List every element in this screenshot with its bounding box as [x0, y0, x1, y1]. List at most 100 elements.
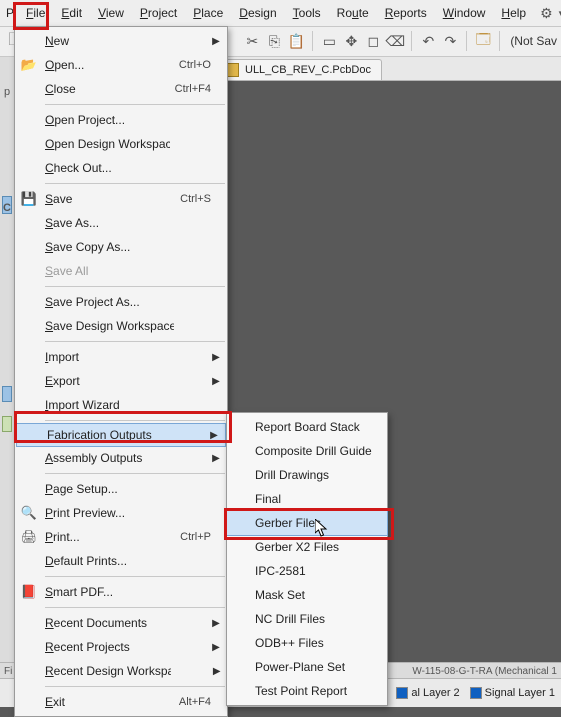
toolbar-move-icon[interactable]: ✥ [341, 31, 361, 51]
submenu-item[interactable]: NC Drill Files [227, 607, 387, 631]
layer-swatch-2[interactable]: al Layer 2 [396, 687, 459, 699]
file-menu-item[interactable]: 📕Smart PDF... [15, 580, 227, 604]
left-strip-handle[interactable] [2, 386, 12, 402]
file-menu: New▶📂Open...Ctrl+OCloseCtrl+F4 Open Proje… [14, 26, 228, 717]
blank-icon [17, 237, 41, 257]
menu-item-label: Save Project As... [41, 295, 163, 309]
menu-separator [45, 286, 225, 287]
submenu-arrow-icon: ▶ [211, 36, 221, 47]
blank-icon [17, 213, 41, 233]
blank-icon [17, 661, 41, 681]
blank-icon [19, 425, 43, 445]
menu-view[interactable]: View [90, 2, 132, 24]
toolbar-cut-icon[interactable]: ✂ [242, 31, 262, 51]
menu-item-label: Fabrication Outputs [43, 428, 161, 442]
menu-item-label: Save Design Workspace As... [41, 319, 174, 333]
file-menu-item[interactable]: Recent Projects ▶ [15, 635, 227, 659]
file-menu-item[interactable]: Fabrication Outputs▶ [16, 423, 226, 447]
submenu-item[interactable]: Test Point Report [227, 679, 387, 703]
menu-item-label: Check Out... [41, 161, 163, 175]
file-menu-item[interactable]: Default Prints... [15, 549, 227, 573]
file-menu-item[interactable]: 📂Open...Ctrl+O [15, 53, 227, 77]
toolbar-paste-icon[interactable]: 📋 [286, 31, 306, 51]
file-menu-item[interactable]: Save As... [15, 211, 227, 235]
file-menu-item[interactable]: Assembly Outputs▶ [15, 446, 227, 470]
file-menu-item[interactable]: Import▶ [15, 345, 227, 369]
menu-window[interactable]: Window [435, 2, 494, 24]
file-menu-item[interactable]: 💾SaveCtrl+S [15, 187, 227, 211]
toolbar-clear-icon[interactable]: ⌫ [385, 31, 405, 51]
menu-help[interactable]: Help [493, 2, 534, 24]
toolbar-board-icon[interactable]: 🗔 [473, 31, 493, 51]
menu-design[interactable]: Design [231, 2, 284, 24]
submenu-item[interactable]: Gerber Files [227, 511, 387, 535]
menu-edit[interactable]: Edit [53, 2, 90, 24]
menu-shortcut: Alt+F4 [163, 696, 211, 708]
blank-icon [17, 395, 41, 415]
toolbar-undo-icon[interactable]: ↶ [418, 31, 438, 51]
submenu-item[interactable]: Report Board Stack [227, 415, 387, 439]
submenu-item[interactable]: Composite Drill Guide [227, 439, 387, 463]
left-strip-handle[interactable] [2, 416, 12, 432]
menu-file[interactable]: File [18, 2, 53, 24]
file-menu-item[interactable]: 🔍Print Preview... [15, 501, 227, 525]
submenu-arrow-icon: ▶ [212, 666, 221, 677]
file-menu-item[interactable]: Open Project... [15, 108, 227, 132]
file-menu-item[interactable]: Save Project As... [15, 290, 227, 314]
save-icon: 💾 [17, 189, 41, 209]
menu-item-label: Save All [41, 264, 163, 278]
file-menu-item[interactable]: Recent Design Workspaces▶ [15, 659, 227, 683]
menu-separator [45, 607, 225, 608]
file-menu-item[interactable]: New▶ [15, 29, 227, 53]
file-menu-item[interactable]: Open Design Workspace... [15, 132, 227, 156]
settings-gear-icon[interactable]: ⚙ [534, 5, 559, 22]
blank-icon [17, 158, 41, 178]
submenu-arrow-icon: ▶ [211, 352, 221, 363]
submenu-item[interactable]: IPC-2581 [227, 559, 387, 583]
menu-item-label: Save Copy As... [41, 240, 163, 254]
toolbar-deselect-icon[interactable]: ◻ [363, 31, 383, 51]
menu-separator [45, 473, 225, 474]
menu-item-label: Recent Projects [41, 640, 163, 654]
file-menu-item[interactable]: Page Setup... [15, 477, 227, 501]
toolbar-copy-icon[interactable]: ⎘ [264, 31, 284, 51]
file-menu-item[interactable]: Check Out... [15, 156, 227, 180]
file-menu-item[interactable]: Save Copy As... [15, 235, 227, 259]
file-menu-item[interactable]: Import Wizard [15, 393, 227, 417]
left-panel-strip[interactable]: p C [0, 56, 15, 677]
file-menu-item[interactable]: Recent Documents▶ [15, 611, 227, 635]
menu-route[interactable]: Route [329, 2, 377, 24]
document-tab[interactable]: ULL_CB_REV_C.PcbDoc [214, 59, 382, 80]
submenu-item[interactable]: Final [227, 487, 387, 511]
file-menu-item[interactable]: 🖨Print...Ctrl+P [15, 525, 227, 549]
blank-icon [17, 371, 41, 391]
menu-item-label: Close [41, 82, 163, 96]
toolbar-redo-icon[interactable]: ↷ [440, 31, 460, 51]
menu-place[interactable]: Place [185, 2, 231, 24]
submenu-item[interactable]: Gerber X2 Files [227, 535, 387, 559]
submenu-item[interactable]: ODB++ Files [227, 631, 387, 655]
menu-reports[interactable]: Reports [377, 2, 435, 24]
menu-separator [45, 686, 225, 687]
blank-icon [17, 692, 41, 712]
file-menu-item[interactable]: Export▶ [15, 369, 227, 393]
toolbar-select-icon[interactable]: ▭ [319, 31, 339, 51]
submenu-item[interactable]: Mask Set [227, 583, 387, 607]
file-menu-item[interactable]: ExitAlt+F4 [15, 690, 227, 714]
submenu-item[interactable]: Drill Drawings [227, 463, 387, 487]
layer-swatch-1[interactable]: Signal Layer 1 [470, 687, 555, 699]
file-menu-item[interactable]: Save Design Workspace As... [15, 314, 227, 338]
menu-item-label: Smart PDF... [41, 585, 163, 599]
submenu-item[interactable]: Power-Plane Set [227, 655, 387, 679]
toolbar-separator [499, 31, 500, 51]
submenu-arrow-icon: ▶ [211, 642, 221, 653]
layer-label: Signal Layer 1 [485, 687, 555, 699]
layer-label: al Layer 2 [411, 687, 459, 699]
submenu-arrow-icon: ▶ [211, 376, 221, 387]
menu-item-label: Import Wizard [41, 398, 163, 412]
file-menu-item[interactable]: CloseCtrl+F4 [15, 77, 227, 101]
menu-tools[interactable]: Tools [285, 2, 329, 24]
menu-project[interactable]: Project [132, 2, 185, 24]
fabrication-outputs-submenu: Report Board StackComposite Drill GuideD… [226, 412, 388, 706]
menu-item-label: Recent Documents [41, 616, 163, 630]
